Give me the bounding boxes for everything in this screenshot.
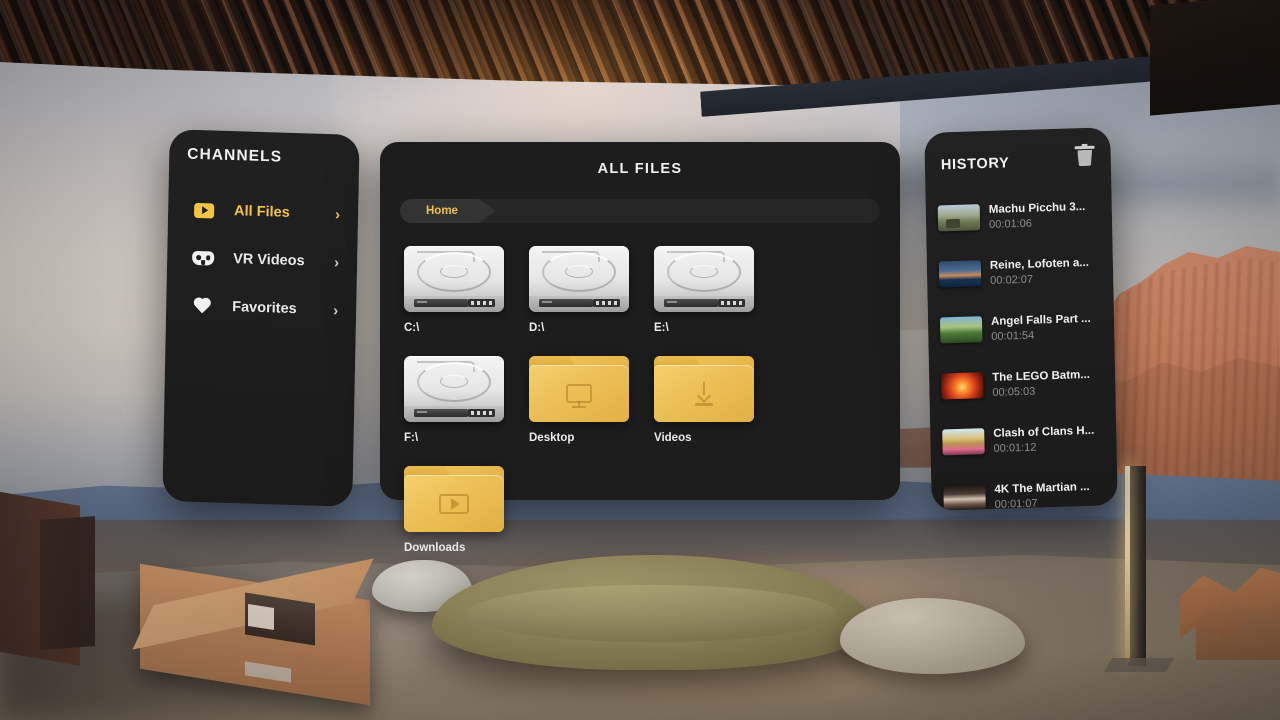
folder-label: Videos: [654, 432, 692, 444]
video-thumbnail: [937, 204, 981, 232]
play-box-icon: [193, 199, 215, 222]
folder-icon: [529, 356, 629, 422]
history-item-title: Angel Falls Part ...: [990, 312, 1091, 328]
download-icon: [654, 365, 754, 422]
trash-icon[interactable]: [1074, 145, 1095, 169]
file-grid: C:\ D:\ E:\ F:\ Desktop Videos Downloads: [404, 246, 876, 576]
hard-drive-icon: [529, 246, 629, 312]
history-item[interactable]: Machu Picchu 3... 00:01:06: [925, 185, 1112, 247]
folder-tile-downloads[interactable]: Downloads: [404, 466, 529, 554]
breadcrumb-item-home[interactable]: Home: [400, 199, 496, 223]
history-item[interactable]: The LEGO Batm... 00:05:03: [929, 353, 1116, 415]
history-item[interactable]: Angel Falls Part ... 00:01:54: [928, 297, 1115, 359]
video-thumbnail: [941, 372, 984, 400]
chevron-right-icon: ›: [334, 205, 341, 223]
history-item[interactable]: 4K The Martian ... 00:01:07: [931, 465, 1118, 511]
history-item-title: Machu Picchu 3...: [988, 200, 1086, 216]
history-title: HISTORY: [940, 155, 1010, 174]
history-item-title: 4K The Martian ...: [994, 480, 1090, 496]
history-item-time: 00:01:54: [991, 329, 1035, 343]
channels-panel: CHANNELS All Files › VR Videos › Favorit…: [162, 129, 360, 507]
folder-icon: [404, 466, 504, 532]
hard-drive-icon: [404, 246, 504, 312]
history-item[interactable]: Reine, Lofoten a... 00:02:07: [927, 241, 1114, 303]
drive-tile[interactable]: D:\: [529, 246, 654, 334]
history-item-time: 00:01:06: [988, 217, 1033, 231]
monitor-icon: [529, 365, 629, 422]
sidebar-item-vr-videos[interactable]: VR Videos ›: [167, 233, 358, 287]
history-item-time: 00:05:03: [992, 385, 1036, 399]
history-list[interactable]: Machu Picchu 3... 00:01:06 Reine, Lofote…: [925, 185, 1117, 511]
channels-list: All Files › VR Videos › Favorites ›: [166, 185, 359, 335]
sidebar-item-all-files[interactable]: All Files ›: [168, 185, 359, 239]
drive-tile[interactable]: E:\: [654, 246, 779, 334]
folder-label: Desktop: [529, 432, 575, 444]
video-thumbnail: [938, 260, 982, 288]
page-title: ALL FILES: [597, 161, 683, 177]
drive-label: C:\: [404, 322, 420, 334]
play-rect-icon: [404, 475, 504, 532]
video-thumbnail: [939, 316, 983, 344]
heart-icon: [191, 295, 213, 318]
sidebar-item-label: VR Videos: [233, 251, 305, 270]
drive-tile[interactable]: C:\: [404, 246, 529, 334]
vr-goggles-icon: [192, 247, 215, 270]
all-files-panel: ALL FILES Home C:\ D:\ E:\ F:\ Desktop V…: [380, 142, 900, 554]
history-panel: HISTORY Machu Picchu 3... 00:01:06 Reine…: [924, 127, 1118, 511]
hard-drive-icon: [654, 246, 754, 312]
hard-drive-icon: [404, 356, 504, 422]
folder-label: Downloads: [404, 542, 466, 554]
history-item-time: 00:01:07: [994, 497, 1038, 511]
history-item-title: The LEGO Batm...: [992, 368, 1091, 384]
channels-title: CHANNELS: [187, 145, 283, 166]
history-item-time: 00:01:12: [993, 441, 1037, 455]
sidebar-item-favorites[interactable]: Favorites ›: [166, 281, 357, 335]
sidebar-item-label: All Files: [233, 203, 290, 221]
sidebar-item-label: Favorites: [232, 299, 297, 318]
drive-label: D:\: [529, 322, 545, 334]
video-thumbnail: [942, 428, 985, 456]
history-item-time: 00:02:07: [990, 273, 1034, 287]
breadcrumb-item-label: Home: [426, 205, 458, 217]
drive-label: E:\: [654, 322, 669, 334]
drive-label: F:\: [404, 432, 419, 444]
folder-icon: [654, 356, 754, 422]
chevron-right-icon: ›: [333, 301, 339, 319]
folder-tile-videos[interactable]: Videos: [654, 356, 779, 444]
video-thumbnail: [943, 484, 986, 511]
breadcrumb: Home: [400, 199, 880, 223]
history-item[interactable]: Clash of Clans H... 00:01:12: [930, 409, 1117, 471]
history-item-title: Reine, Lofoten a...: [989, 256, 1090, 272]
history-item-title: Clash of Clans H...: [993, 424, 1095, 440]
drive-tile[interactable]: F:\: [404, 356, 529, 444]
folder-tile-desktop[interactable]: Desktop: [529, 356, 654, 444]
chevron-right-icon: ›: [333, 253, 340, 271]
